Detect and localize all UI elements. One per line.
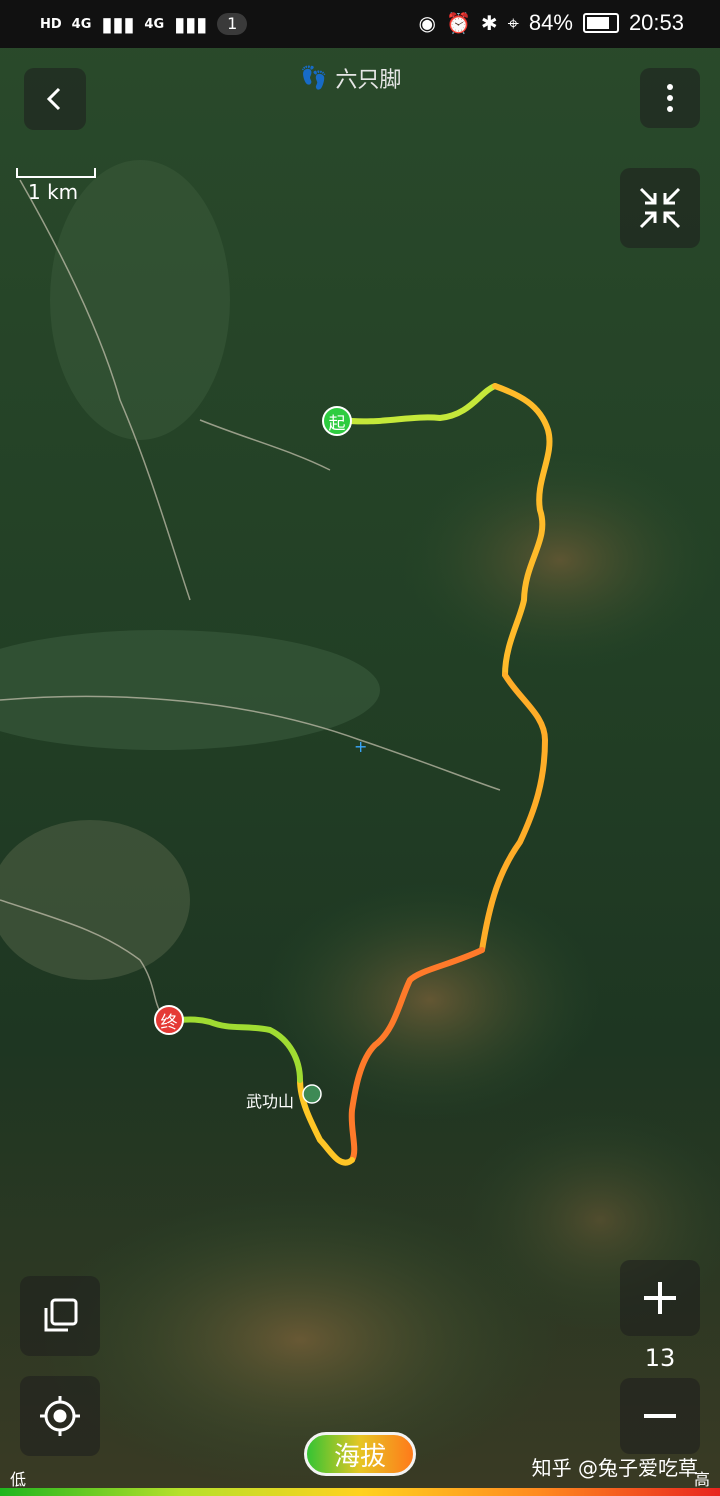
- scale-bar: [16, 168, 96, 178]
- app-title-label: 六只脚: [335, 68, 402, 93]
- locate-button[interactable]: [20, 1376, 100, 1456]
- signal-icon-2: ▮▮▮: [174, 12, 208, 36]
- footprint-icon: 👣: [300, 65, 328, 91]
- scale-label: 1 km: [28, 180, 79, 204]
- hd-icon: HD: [40, 16, 62, 32]
- zoom-out-button[interactable]: [620, 1378, 700, 1454]
- eye-icon: ◉: [418, 11, 436, 35]
- plus-icon: [644, 1282, 676, 1314]
- crosshair-icon: +: [354, 737, 367, 756]
- battery-icon: [582, 13, 619, 33]
- start-marker[interactable]: 起: [322, 406, 352, 436]
- minus-icon: [644, 1414, 676, 1418]
- end-marker[interactable]: 终: [154, 1005, 184, 1035]
- watermark: 知乎 @兔子爱吃草: [531, 1456, 698, 1480]
- more-vertical-icon: [667, 84, 673, 112]
- layers-button[interactable]: [20, 1276, 100, 1356]
- map-canvas[interactable]: +: [0, 0, 720, 1496]
- layers-icon: [44, 1298, 78, 1332]
- bluetooth-icon: ✱: [480, 11, 498, 35]
- battery-percent: 84%: [528, 10, 573, 35]
- collapse-arrows-icon: [639, 187, 681, 229]
- collapse-button[interactable]: [620, 168, 700, 248]
- clock: 20:53: [628, 10, 684, 35]
- place-label: 武功山: [246, 1092, 295, 1111]
- network-label-2: 4G: [144, 16, 165, 32]
- back-button[interactable]: [24, 68, 86, 130]
- start-marker-label: 起: [328, 413, 346, 434]
- network-label: 4G: [71, 16, 92, 32]
- zoom-in-button[interactable]: [620, 1260, 700, 1336]
- status-bar: HD 4G ▮▮▮ 4G ▮▮▮ 1 ◉ ⏰ ✱ ⌖ 84% 20:53: [0, 0, 720, 48]
- end-marker-label: 终: [160, 1012, 178, 1033]
- map-scale: 1 km: [16, 168, 96, 204]
- legend-low-label: 低: [10, 1470, 27, 1489]
- zoom-level: 13: [644, 1344, 676, 1372]
- location-icon: ⌖: [507, 11, 519, 35]
- peak-marker-icon: [302, 1084, 322, 1104]
- elevation-legend-bar: [0, 1488, 720, 1496]
- signal-icon: ▮▮▮: [101, 12, 135, 36]
- alarm-icon: ⏰: [445, 11, 471, 35]
- target-icon: [40, 1396, 80, 1436]
- notification-count: 1: [217, 13, 248, 35]
- app-title: 👣 六只脚: [300, 62, 401, 94]
- more-menu-button[interactable]: [640, 68, 700, 128]
- elevation-toggle-button[interactable]: 海拔: [304, 1432, 416, 1476]
- chevron-left-icon: [46, 87, 61, 111]
